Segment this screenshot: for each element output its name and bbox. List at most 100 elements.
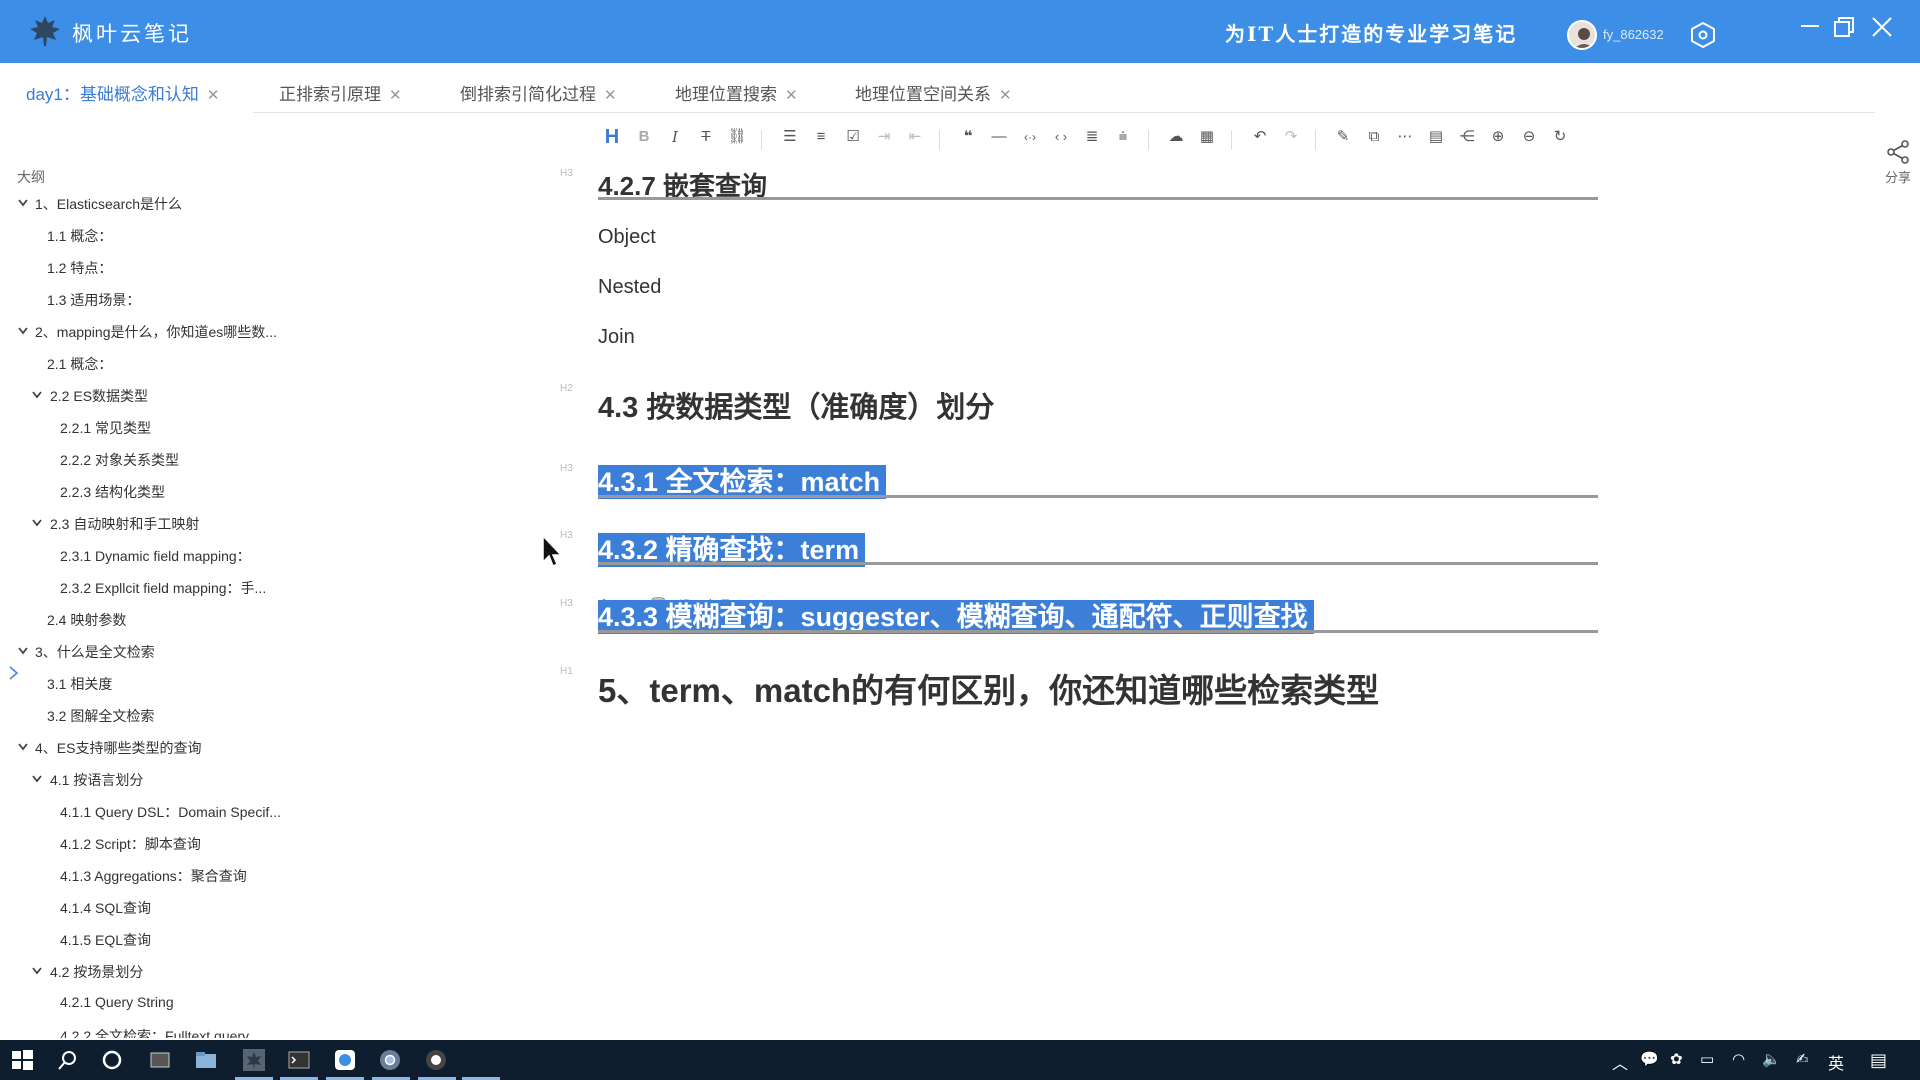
redo-icon[interactable]: ↷ (1280, 126, 1302, 148)
outline-item[interactable]: 1.2 特点： (47, 258, 112, 278)
bold-icon[interactable]: B (633, 126, 655, 148)
mindmap-icon[interactable]: ⋲ (1456, 126, 1478, 148)
task-view-icon[interactable] (148, 1048, 172, 1072)
indent-icon[interactable]: ⇥ (873, 126, 895, 148)
outline-item[interactable]: 3.2 图解全文检索 (47, 706, 154, 726)
outline-item[interactable]: 2.4 映射参数 (47, 610, 126, 630)
outdent-icon[interactable]: ⇤ (904, 126, 926, 148)
quote-icon[interactable]: ❝ (957, 126, 979, 148)
align-icon[interactable]: ≣ (1081, 126, 1103, 148)
inline-code-icon[interactable]: ‹·› (1019, 126, 1041, 148)
chevron-down-icon[interactable] (17, 741, 29, 753)
battery-icon[interactable]: ▭ (1700, 1050, 1714, 1068)
tab-forward-index[interactable]: 正排索引原理 ✕ (279, 80, 402, 105)
outline-item[interactable]: 3.1 相关度 (47, 674, 112, 694)
outline-item[interactable]: 4.1.4 SQL查询 (60, 898, 151, 918)
app-icon[interactable] (424, 1048, 448, 1072)
italic-icon[interactable]: I (664, 126, 686, 148)
notification-icon[interactable]: ▤ (1870, 1050, 1887, 1071)
sidebar-expand-icon[interactable] (7, 664, 21, 682)
undo-icon[interactable]: ↶ (1249, 126, 1271, 148)
tab-geo-search[interactable]: 地理位置搜索 ✕ (675, 80, 798, 105)
heading-5[interactable]: 5、term、match的有何区别，你还知道哪些检索类型 (598, 664, 1379, 712)
restore-icon[interactable] (1828, 12, 1860, 44)
windows-start-icon[interactable] (10, 1048, 34, 1072)
outline-item[interactable]: 2.2.1 常见类型 (60, 418, 151, 438)
cortana-icon[interactable] (100, 1048, 124, 1072)
bullet-list-icon[interactable]: ☰ (779, 126, 801, 148)
file-explorer-icon[interactable] (194, 1048, 218, 1072)
tab-close-icon[interactable]: ✕ (999, 87, 1012, 104)
zoom-in-icon[interactable]: ⊕ (1487, 126, 1509, 148)
outline-item[interactable]: 1.1 概念： (47, 226, 112, 246)
chrome-icon[interactable] (378, 1048, 402, 1072)
outline-item[interactable]: 2.2.3 结构化类型 (60, 482, 165, 502)
wechat-tray-icon[interactable]: 💬 (1640, 1050, 1659, 1068)
strikethrough-icon[interactable]: T (695, 126, 717, 148)
outline-item[interactable]: 4.1.1 Query DSL：Domain Specif... (60, 802, 281, 822)
tab-close-icon[interactable]: ✕ (604, 87, 617, 104)
maple-note-app-icon[interactable] (242, 1048, 266, 1072)
chevron-down-icon[interactable] (17, 645, 29, 657)
tab-day1[interactable]: day1：基础概念和认知 ✕ (26, 80, 219, 105)
more-icon[interactable]: ⋯ (1394, 126, 1416, 148)
zoom-out-icon[interactable]: ⊖ (1518, 126, 1540, 148)
outline-item[interactable]: 4.2.2 全文检索：Fulltext query (60, 1026, 249, 1038)
outline-item[interactable]: 4.1 按语言划分 (50, 770, 143, 790)
outline-icon[interactable]: ▤ (1425, 126, 1447, 148)
heading-icon[interactable]: H (601, 126, 623, 148)
app-icon[interactable] (333, 1048, 357, 1072)
refresh-icon[interactable]: ↻ (1549, 126, 1571, 148)
heading-4-3-3[interactable]: 4.3.3 模糊查询：suggester、模糊查询、通配符、正则查找 (598, 595, 1314, 634)
ime-indicator[interactable]: 英 (1828, 1050, 1844, 1074)
chevron-down-icon[interactable] (31, 517, 43, 529)
tab-inverted-index[interactable]: 倒排索引简化过程 ✕ (460, 80, 617, 105)
outline-item[interactable]: 4.2 按场景划分 (50, 962, 143, 982)
avatar[interactable] (1567, 20, 1597, 50)
minimize-icon[interactable] (1794, 12, 1826, 44)
terminal-app-icon[interactable] (287, 1048, 311, 1072)
outline-item[interactable]: 2、mapping是什么，你知道es哪些数... (35, 322, 277, 342)
outline-item[interactable]: 1、Elasticsearch是什么 (35, 194, 182, 214)
chevron-down-icon[interactable] (31, 389, 43, 401)
outline-item[interactable]: 1.3 适用场景： (47, 290, 140, 310)
outline-item[interactable]: 2.3.2 Expllcit field mapping：手... (60, 578, 266, 598)
chevron-down-icon[interactable] (17, 197, 29, 209)
outline-item[interactable]: 4.2.1 Query String (60, 994, 174, 1010)
ordered-list-icon[interactable]: ≡ (810, 126, 832, 148)
upload-icon[interactable]: ☁ (1165, 126, 1187, 148)
tab-close-icon[interactable]: ✕ (207, 87, 220, 104)
checklist-icon[interactable]: ☑ (842, 126, 864, 148)
tab-close-icon[interactable]: ✕ (785, 87, 798, 104)
outline-item[interactable]: 4.1.5 EQL查询 (60, 930, 151, 950)
table-icon[interactable]: ▦ (1196, 126, 1218, 148)
chevron-down-icon[interactable] (31, 773, 43, 785)
username[interactable]: fy_862632 (1603, 27, 1664, 42)
chevron-down-icon[interactable] (31, 965, 43, 977)
outline-item[interactable]: 2.2 ES数据类型 (50, 386, 148, 406)
edit-icon[interactable]: ✎ (1332, 126, 1354, 148)
paragraph-join[interactable]: Join (598, 326, 635, 349)
outline-item[interactable]: 4.1.2 Script：脚本查询 (60, 834, 201, 854)
pen-icon[interactable]: ✍ (1796, 1050, 1809, 1068)
horizontal-rule-icon[interactable]: — (988, 126, 1010, 148)
tab-geo-spatial[interactable]: 地理位置空间关系 ✕ (855, 80, 1012, 105)
tab-close-icon[interactable]: ✕ (389, 87, 402, 104)
paragraph-object[interactable]: Object (598, 226, 656, 249)
outline-item[interactable]: 2.3.1 Dynamic field mapping： (60, 546, 251, 566)
settings-hex-icon[interactable] (1688, 20, 1718, 50)
outline-item[interactable]: 2.2.2 对象关系类型 (60, 450, 179, 470)
wifi-icon[interactable]: ◠ (1732, 1050, 1745, 1068)
code-block-icon[interactable]: ‹ › (1050, 126, 1072, 148)
outline-item[interactable]: 4、ES支持哪些类型的查询 (35, 738, 201, 758)
paragraph-nested[interactable]: Nested (598, 276, 661, 299)
outline-item[interactable]: 4.1.3 Aggregations：聚合查询 (60, 866, 247, 886)
outline-item[interactable]: 2.3 自动映射和手工映射 (50, 514, 199, 534)
tray-chevron-icon[interactable]: ︿ (1612, 1050, 1628, 1074)
tray-app-icon[interactable]: ✿ (1670, 1050, 1683, 1068)
outline-item[interactable]: 3、什么是全文检索 (35, 642, 155, 662)
close-icon[interactable] (1866, 12, 1898, 44)
volume-icon[interactable]: 🔈 (1762, 1050, 1781, 1068)
share-button[interactable]: 分享 (1880, 140, 1916, 186)
heading-4-3[interactable]: 4.3 按数据类型（准确度）划分 (598, 384, 994, 426)
